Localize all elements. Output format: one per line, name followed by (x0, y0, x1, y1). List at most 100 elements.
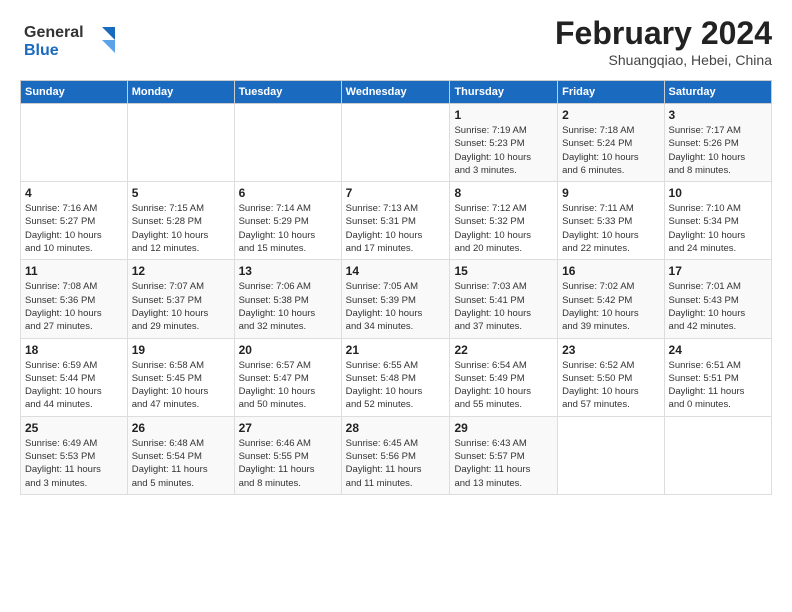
day-number: 27 (239, 421, 337, 435)
day-info: Sunrise: 7:10 AM Sunset: 5:34 PM Dayligh… (669, 202, 767, 255)
col-thursday: Thursday (450, 81, 558, 104)
month-title: February 2024 (555, 15, 772, 52)
day-info: Sunrise: 7:18 AM Sunset: 5:24 PM Dayligh… (562, 124, 659, 177)
day-info: Sunrise: 6:45 AM Sunset: 5:56 PM Dayligh… (346, 437, 446, 490)
day-info: Sunrise: 6:57 AM Sunset: 5:47 PM Dayligh… (239, 359, 337, 412)
day-info: Sunrise: 6:54 AM Sunset: 5:49 PM Dayligh… (454, 359, 553, 412)
calendar-cell: 14 Sunrise: 7:05 AM Sunset: 5:39 PM Dayli… (341, 260, 450, 338)
logo-content: General Blue (20, 15, 130, 70)
day-number: 25 (25, 421, 123, 435)
day-info: Sunrise: 7:17 AM Sunset: 5:26 PM Dayligh… (669, 124, 767, 177)
day-number: 9 (562, 186, 659, 200)
day-info: Sunrise: 6:59 AM Sunset: 5:44 PM Dayligh… (25, 359, 123, 412)
day-number: 14 (346, 264, 446, 278)
day-number: 18 (25, 343, 123, 357)
calendar-cell (234, 104, 341, 182)
calendar-cell: 27 Sunrise: 6:46 AM Sunset: 5:55 PM Dayli… (234, 416, 341, 494)
col-saturday: Saturday (664, 81, 771, 104)
day-info: Sunrise: 7:08 AM Sunset: 5:36 PM Dayligh… (25, 280, 123, 333)
day-number: 28 (346, 421, 446, 435)
location-subtitle: Shuangqiao, Hebei, China (555, 52, 772, 68)
page-container: General Blue February 2024 Shuangqiao, H… (0, 0, 792, 505)
day-info: Sunrise: 7:12 AM Sunset: 5:32 PM Dayligh… (454, 202, 553, 255)
title-block: February 2024 Shuangqiao, Hebei, China (555, 15, 772, 68)
calendar-body: 1 Sunrise: 7:19 AM Sunset: 5:23 PM Daylig… (21, 104, 772, 495)
day-info: Sunrise: 7:05 AM Sunset: 5:39 PM Dayligh… (346, 280, 446, 333)
day-info: Sunrise: 6:58 AM Sunset: 5:45 PM Dayligh… (132, 359, 230, 412)
calendar-cell: 4 Sunrise: 7:16 AM Sunset: 5:27 PM Daylig… (21, 182, 128, 260)
calendar-cell: 26Sunrise: 6:48 AM Sunset: 5:54 PM Dayli… (127, 416, 234, 494)
calendar-cell: 7 Sunrise: 7:13 AM Sunset: 5:31 PM Daylig… (341, 182, 450, 260)
calendar-cell (558, 416, 664, 494)
calendar-week-0: 1 Sunrise: 7:19 AM Sunset: 5:23 PM Daylig… (21, 104, 772, 182)
day-number: 6 (239, 186, 337, 200)
day-info: Sunrise: 6:48 AM Sunset: 5:54 PM Dayligh… (132, 437, 230, 490)
col-sunday: Sunday (21, 81, 128, 104)
calendar-cell: 8 Sunrise: 7:12 AM Sunset: 5:32 PM Daylig… (450, 182, 558, 260)
day-info: Sunrise: 7:06 AM Sunset: 5:38 PM Dayligh… (239, 280, 337, 333)
calendar-cell (127, 104, 234, 182)
day-number: 12 (132, 264, 230, 278)
day-info: Sunrise: 6:43 AM Sunset: 5:57 PM Dayligh… (454, 437, 553, 490)
calendar-cell: 6 Sunrise: 7:14 AM Sunset: 5:29 PM Daylig… (234, 182, 341, 260)
calendar-cell: 25 Sunrise: 6:49 AM Sunset: 5:53 PM Dayli… (21, 416, 128, 494)
calendar-cell: 28 Sunrise: 6:45 AM Sunset: 5:56 PM Dayli… (341, 416, 450, 494)
calendar-cell: 13 Sunrise: 7:06 AM Sunset: 5:38 PM Dayli… (234, 260, 341, 338)
day-number: 3 (669, 108, 767, 122)
day-info: Sunrise: 7:19 AM Sunset: 5:23 PM Dayligh… (454, 124, 553, 177)
calendar-cell: 10 Sunrise: 7:10 AM Sunset: 5:34 PM Dayli… (664, 182, 771, 260)
calendar-week-4: 25 Sunrise: 6:49 AM Sunset: 5:53 PM Dayli… (21, 416, 772, 494)
calendar-cell: 3 Sunrise: 7:17 AM Sunset: 5:26 PM Daylig… (664, 104, 771, 182)
calendar-cell: 15 Sunrise: 7:03 AM Sunset: 5:41 PM Dayli… (450, 260, 558, 338)
calendar-cell: 22 Sunrise: 6:54 AM Sunset: 5:49 PM Dayli… (450, 338, 558, 416)
day-number: 15 (454, 264, 553, 278)
day-info: Sunrise: 7:03 AM Sunset: 5:41 PM Dayligh… (454, 280, 553, 333)
day-info: Sunrise: 7:07 AM Sunset: 5:37 PM Dayligh… (132, 280, 230, 333)
day-number: 17 (669, 264, 767, 278)
day-number: 21 (346, 343, 446, 357)
calendar-cell: 2 Sunrise: 7:18 AM Sunset: 5:24 PM Daylig… (558, 104, 664, 182)
day-info: Sunrise: 7:02 AM Sunset: 5:42 PM Dayligh… (562, 280, 659, 333)
col-wednesday: Wednesday (341, 81, 450, 104)
day-number: 7 (346, 186, 446, 200)
calendar-cell: 23Sunrise: 6:52 AM Sunset: 5:50 PM Dayli… (558, 338, 664, 416)
calendar-week-2: 11Sunrise: 7:08 AM Sunset: 5:36 PM Dayli… (21, 260, 772, 338)
day-info: Sunrise: 7:13 AM Sunset: 5:31 PM Dayligh… (346, 202, 446, 255)
calendar-week-3: 18 Sunrise: 6:59 AM Sunset: 5:44 PM Dayli… (21, 338, 772, 416)
day-number: 23 (562, 343, 659, 357)
day-number: 4 (25, 186, 123, 200)
day-number: 19 (132, 343, 230, 357)
calendar-cell: 24Sunrise: 6:51 AM Sunset: 5:51 PM Dayli… (664, 338, 771, 416)
day-info: Sunrise: 6:46 AM Sunset: 5:55 PM Dayligh… (239, 437, 337, 490)
day-info: Sunrise: 7:16 AM Sunset: 5:27 PM Dayligh… (25, 202, 123, 255)
calendar-week-1: 4 Sunrise: 7:16 AM Sunset: 5:27 PM Daylig… (21, 182, 772, 260)
calendar-cell: 17 Sunrise: 7:01 AM Sunset: 5:43 PM Dayli… (664, 260, 771, 338)
calendar-cell: 1 Sunrise: 7:19 AM Sunset: 5:23 PM Daylig… (450, 104, 558, 182)
day-number: 13 (239, 264, 337, 278)
day-info: Sunrise: 7:01 AM Sunset: 5:43 PM Dayligh… (669, 280, 767, 333)
day-info: Sunrise: 7:14 AM Sunset: 5:29 PM Dayligh… (239, 202, 337, 255)
day-number: 1 (454, 108, 553, 122)
calendar-cell: 19 Sunrise: 6:58 AM Sunset: 5:45 PM Dayli… (127, 338, 234, 416)
calendar-cell (21, 104, 128, 182)
calendar-cell (664, 416, 771, 494)
calendar-cell: 29Sunrise: 6:43 AM Sunset: 5:57 PM Dayli… (450, 416, 558, 494)
svg-text:General: General (24, 24, 84, 41)
col-monday: Monday (127, 81, 234, 104)
calendar-cell: 16Sunrise: 7:02 AM Sunset: 5:42 PM Dayli… (558, 260, 664, 338)
day-number: 8 (454, 186, 553, 200)
day-number: 22 (454, 343, 553, 357)
logo-svg: General Blue (20, 15, 130, 65)
day-number: 10 (669, 186, 767, 200)
day-number: 5 (132, 186, 230, 200)
day-info: Sunrise: 6:55 AM Sunset: 5:48 PM Dayligh… (346, 359, 446, 412)
logo: General Blue (20, 15, 130, 70)
day-info: Sunrise: 6:49 AM Sunset: 5:53 PM Dayligh… (25, 437, 123, 490)
day-info: Sunrise: 7:15 AM Sunset: 5:28 PM Dayligh… (132, 202, 230, 255)
day-number: 24 (669, 343, 767, 357)
col-friday: Friday (558, 81, 664, 104)
svg-text:Blue: Blue (24, 42, 59, 59)
calendar-cell: 9Sunrise: 7:11 AM Sunset: 5:33 PM Daylig… (558, 182, 664, 260)
day-number: 2 (562, 108, 659, 122)
day-number: 20 (239, 343, 337, 357)
